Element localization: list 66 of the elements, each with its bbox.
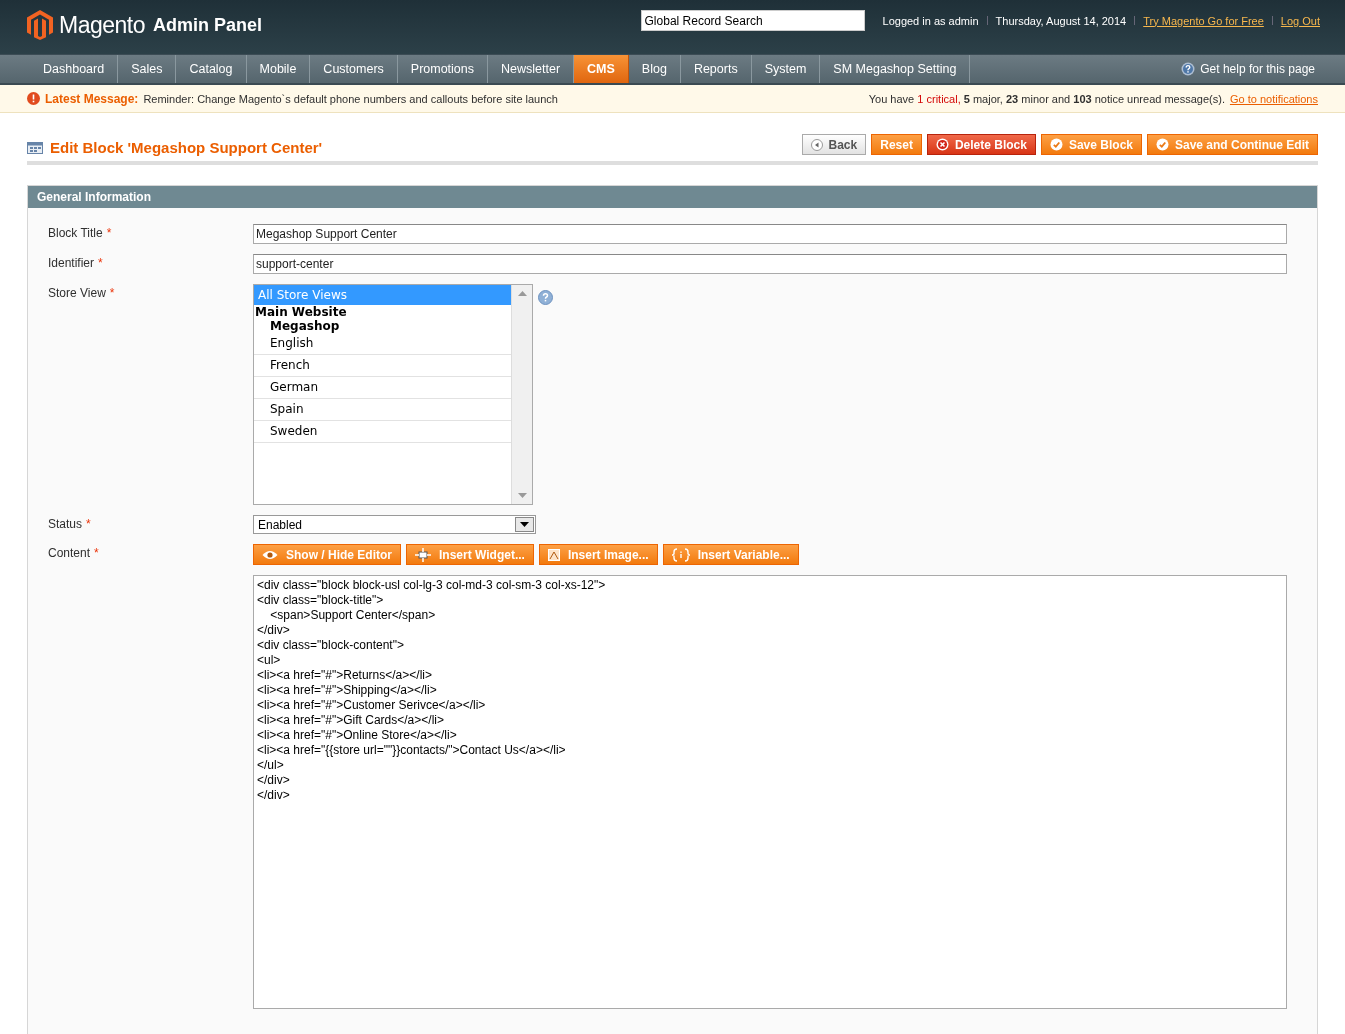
help-icon (1181, 62, 1196, 76)
eye-icon (262, 549, 278, 560)
nav-tab[interactable]: System (751, 55, 821, 83)
nav-tab[interactable]: Promotions (397, 55, 489, 83)
logo-subtitle: Admin Panel (153, 14, 263, 36)
variable-icon (671, 547, 690, 562)
text-field[interactable]: support-center (253, 254, 1287, 274)
message-text: Reminder: Change Magento`s default phone numbers and callouts before site launch (143, 92, 558, 105)
text-field[interactable]: Megashop Support Center (253, 224, 1287, 244)
logo-icon (27, 10, 53, 40)
check-icon (1049, 138, 1063, 151)
store-view-option[interactable]: French (254, 355, 511, 377)
field-label: Block Title (48, 226, 103, 240)
cross-icon (935, 138, 949, 151)
field-label: Store View (48, 286, 106, 300)
block-icon (27, 141, 43, 154)
field-label: Content (48, 546, 91, 560)
store-view-option[interactable]: Spain (254, 399, 511, 421)
delete-button[interactable]: Delete Block (926, 134, 1036, 155)
message-label: Latest Message: (45, 91, 139, 106)
user-info: Logged in as admin (882, 14, 979, 27)
back-button[interactable]: Back (801, 134, 867, 155)
nav-tab[interactable]: Blog (628, 55, 681, 83)
nav-tab[interactable]: Reports (680, 55, 752, 83)
date-text: Thursday, August 14, 2014 (995, 14, 1127, 27)
required-mark: * (98, 256, 103, 270)
page-title: Edit Block 'Megashop Support Center' (50, 139, 323, 156)
help-icon[interactable] (538, 290, 553, 305)
field-label: Status (48, 517, 83, 531)
notification-summary: You have 1 critical, 5 major, 23 minor and 103 notice unread message(s). (868, 92, 1225, 105)
nav-tab[interactable]: Catalog (176, 55, 247, 83)
store-view-option: Megashop (254, 319, 511, 333)
nav-tab[interactable]: Mobile (246, 55, 311, 83)
field-label: Identifier (48, 256, 95, 270)
store-view-list[interactable]: All Store Views Main Website Megashop English French German Spain Sweden (253, 284, 533, 505)
store-view-option: Main Website (254, 305, 511, 319)
content-editor[interactable]: <div class="block block-usl col-lg-3 col-md-3 col-sm-3 col-xs-12"> <div class="block-title"> <span>Support Center</span> </div> <div class="block-content"> <ul> <li><a href="#">Returns</a></li> <li><a href="#">Shipping</a></li> <li><a href="#">Customer Serivce</a></li> <li><a href="#">Gift Cards</a></li> <li><a href="#">Online Store</a></li> <li><a href="{{store url=""}}contacts/">Contact Us</a></li> </ul> </div> </div> (253, 575, 1287, 1009)
status-dropdown[interactable]: Enabled (253, 515, 536, 534)
store-view-option[interactable]: German (254, 377, 511, 399)
nav-tab[interactable]: Sales (118, 55, 177, 83)
check-icon (1156, 138, 1169, 151)
notifications-link[interactable]: Go to notifications (1229, 92, 1318, 105)
nav-tab[interactable]: Customers (310, 55, 398, 83)
required-mark: * (86, 517, 91, 531)
scroll-up-icon (517, 291, 527, 296)
nav-tab[interactable]: Dashboard (30, 55, 119, 83)
scrollbar[interactable] (511, 285, 532, 504)
logo-text: Magento (59, 11, 145, 39)
required-mark: * (94, 546, 99, 560)
nav-tab[interactable]: SM Megashop Setting (820, 55, 971, 83)
required-mark: * (106, 226, 112, 240)
store-view-option[interactable]: Sweden (254, 421, 511, 443)
search-field[interactable]: Global Record Search (640, 10, 865, 31)
scroll-down-icon (517, 493, 527, 498)
arrow-left-icon (810, 138, 823, 151)
image-icon (547, 548, 560, 561)
section-title: General Information (28, 186, 1317, 208)
nav-tab[interactable]: CMS (574, 55, 629, 83)
header-link[interactable]: Try Magento Go for Free (1143, 14, 1264, 27)
alert-icon (27, 92, 40, 105)
store-view-option[interactable]: English (254, 333, 511, 355)
help-link[interactable]: Get help for this page (1200, 62, 1315, 76)
required-mark: * (109, 286, 115, 300)
store-view-option[interactable]: All Store Views (254, 285, 511, 305)
header-link[interactable]: Log Out (1280, 14, 1320, 27)
widget-icon (415, 547, 431, 562)
